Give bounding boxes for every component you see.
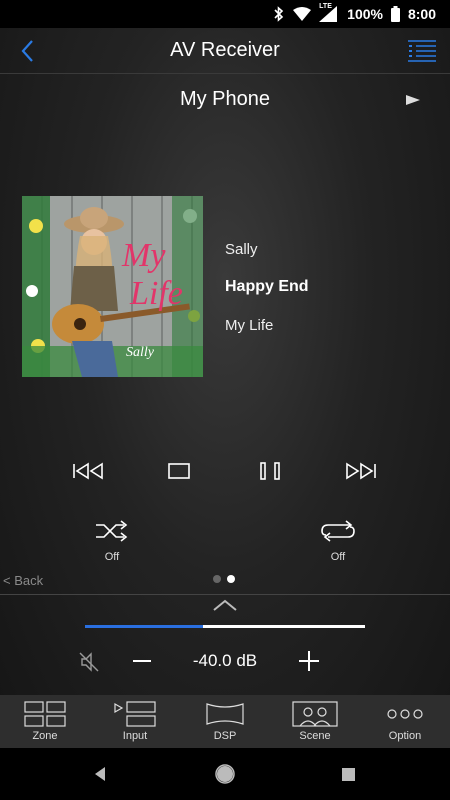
back-link[interactable]: < Back [3,573,43,588]
next-track-icon[interactable] [342,460,378,482]
shuffle-state-label: Off [104,551,120,563]
stop-icon[interactable] [161,460,197,482]
tab-input-label: Input [122,730,148,742]
tab-zone-label: Zone [32,730,58,742]
nav-home-icon[interactable] [215,764,235,784]
pause-icon[interactable] [252,460,288,482]
svg-text:My: My [121,237,166,274]
status-bar: LTE 100% 8:00 [0,0,450,28]
page-indicator [213,575,235,583]
tab-dsp-label: DSP [213,730,237,742]
mute-speaker-icon[interactable] [78,651,100,673]
artist-name: Sally [225,241,258,258]
repeat-icon [321,520,355,542]
volume-slider[interactable] [85,625,365,628]
tab-scene-label: Scene [299,730,331,742]
battery-icon [390,6,400,22]
network-label: LTE [319,3,332,10]
page-title: AV Receiver [170,39,280,61]
clock: 8:00 [407,6,436,22]
repeat-toggle[interactable]: Off [318,520,358,563]
dsp-icon [206,703,244,725]
repeat-state-label: Off [330,551,346,563]
chevron-up-icon[interactable] [211,598,239,612]
shuffle-toggle[interactable]: Off [92,520,132,563]
bottom-tab-bar: Zone Input DSP Scene Option [0,695,450,748]
tab-input[interactable]: Input [90,695,180,748]
tab-dsp[interactable]: DSP [180,695,270,748]
svg-text:Life: Life [129,275,183,312]
battery-percent: 100% [347,6,383,22]
tab-scene[interactable]: Scene [270,695,360,748]
menu-list-icon[interactable] [408,39,436,63]
volume-up-icon[interactable] [298,650,320,672]
source-name[interactable]: My Phone [0,88,450,111]
nav-recents-icon[interactable] [342,768,355,781]
app-content: AV Receiver My Phone My Life Sally Sally… [0,28,450,748]
bluetooth-icon [274,6,284,22]
scene-icon [292,701,338,727]
page-dot [213,575,221,583]
album-name: My Life [225,317,274,334]
nav-back-icon[interactable] [93,767,107,781]
title-bar: AV Receiver [0,28,450,74]
song-title: Happy End [225,278,309,295]
album-art: My Life Sally [22,196,203,377]
tab-option[interactable]: Option [360,695,450,748]
volume-slider-fill [85,625,203,628]
zone-icon [24,701,66,727]
signal-lte-icon: LTE [319,3,339,22]
wifi-icon [293,7,312,21]
shuffle-icon [96,520,128,542]
volume-value: -40.0 dB [192,651,258,670]
svg-text:Sally: Sally [126,345,155,360]
previous-track-icon[interactable] [71,460,107,482]
tab-option-label: Option [388,730,422,742]
more-options-icon [387,709,423,719]
volume-down-icon[interactable] [132,651,152,671]
input-icon [114,701,156,727]
divider [0,594,450,595]
tab-zone[interactable]: Zone [0,695,90,748]
page-dot-active [227,575,235,583]
source-play-arrow-icon[interactable] [406,95,420,105]
system-nav-bar [0,748,450,800]
